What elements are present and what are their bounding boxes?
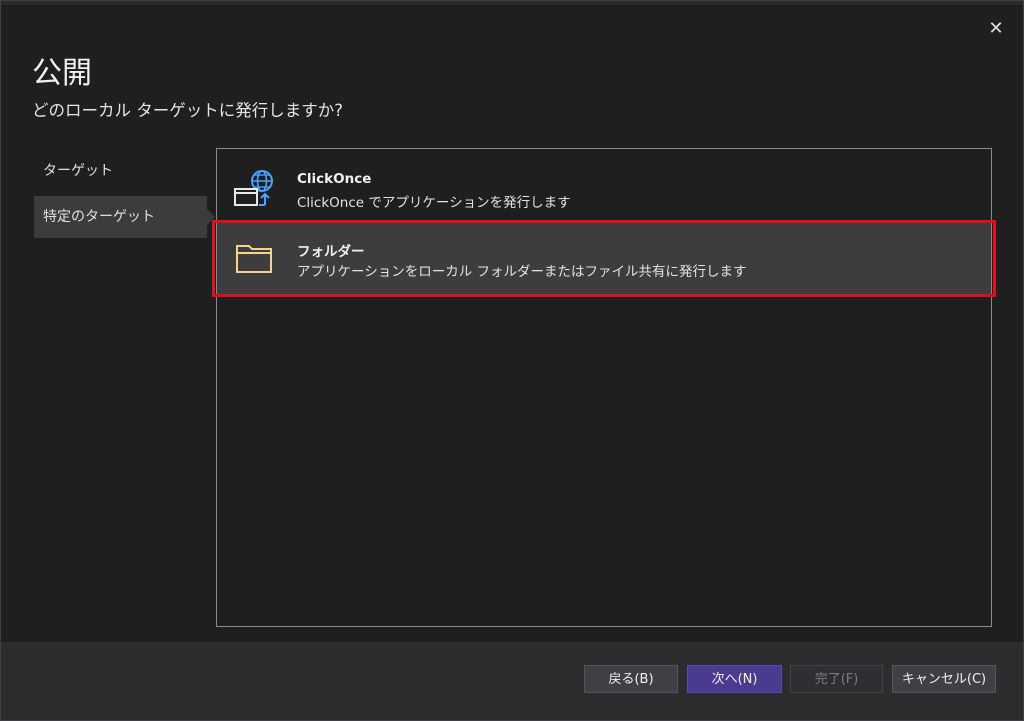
nav-item-target[interactable]: ターゲット — [34, 150, 207, 192]
option-description: ClickOnce でアプリケーションを発行します — [297, 195, 571, 211]
next-button[interactable]: 次へ(N) — [687, 665, 782, 693]
close-button[interactable]: ✕ — [985, 17, 1007, 39]
window-top-strip — [1, 1, 1023, 5]
nav-item-specific-target[interactable]: 特定のターゲット — [34, 196, 215, 238]
nav-item-label: ターゲット — [43, 163, 113, 179]
target-list: ClickOnce ClickOnce でアプリケーションを発行します フォルダ… — [216, 148, 992, 627]
option-folder[interactable]: フォルダー アプリケーションをローカル フォルダーまたはファイル共有に発行します — [217, 222, 991, 294]
option-name: ClickOnce — [297, 171, 372, 187]
option-clickonce[interactable]: ClickOnce ClickOnce でアプリケーションを発行します — [217, 153, 991, 225]
cancel-button[interactable]: キャンセル(C) — [892, 665, 996, 693]
publish-dialog: ✕ 公開 どのローカル ターゲットに発行しますか? ターゲット 特定のターゲット — [0, 0, 1024, 721]
wizard-nav: ターゲット 特定のターゲット — [34, 150, 215, 242]
nav-item-label: 特定のターゲット — [43, 209, 155, 225]
folder-icon — [236, 245, 272, 273]
option-name: フォルダー — [297, 244, 365, 260]
option-description: アプリケーションをローカル フォルダーまたはファイル共有に発行します — [297, 264, 747, 280]
finish-button[interactable]: 完了(F) — [790, 665, 883, 693]
globe-window-upload-icon — [234, 170, 273, 206]
back-button[interactable]: 戻る(B) — [584, 665, 678, 693]
close-icon: ✕ — [988, 17, 1004, 39]
page-title: 公開 — [32, 56, 92, 91]
page-subtitle: どのローカル ターゲットに発行しますか? — [32, 101, 344, 120]
